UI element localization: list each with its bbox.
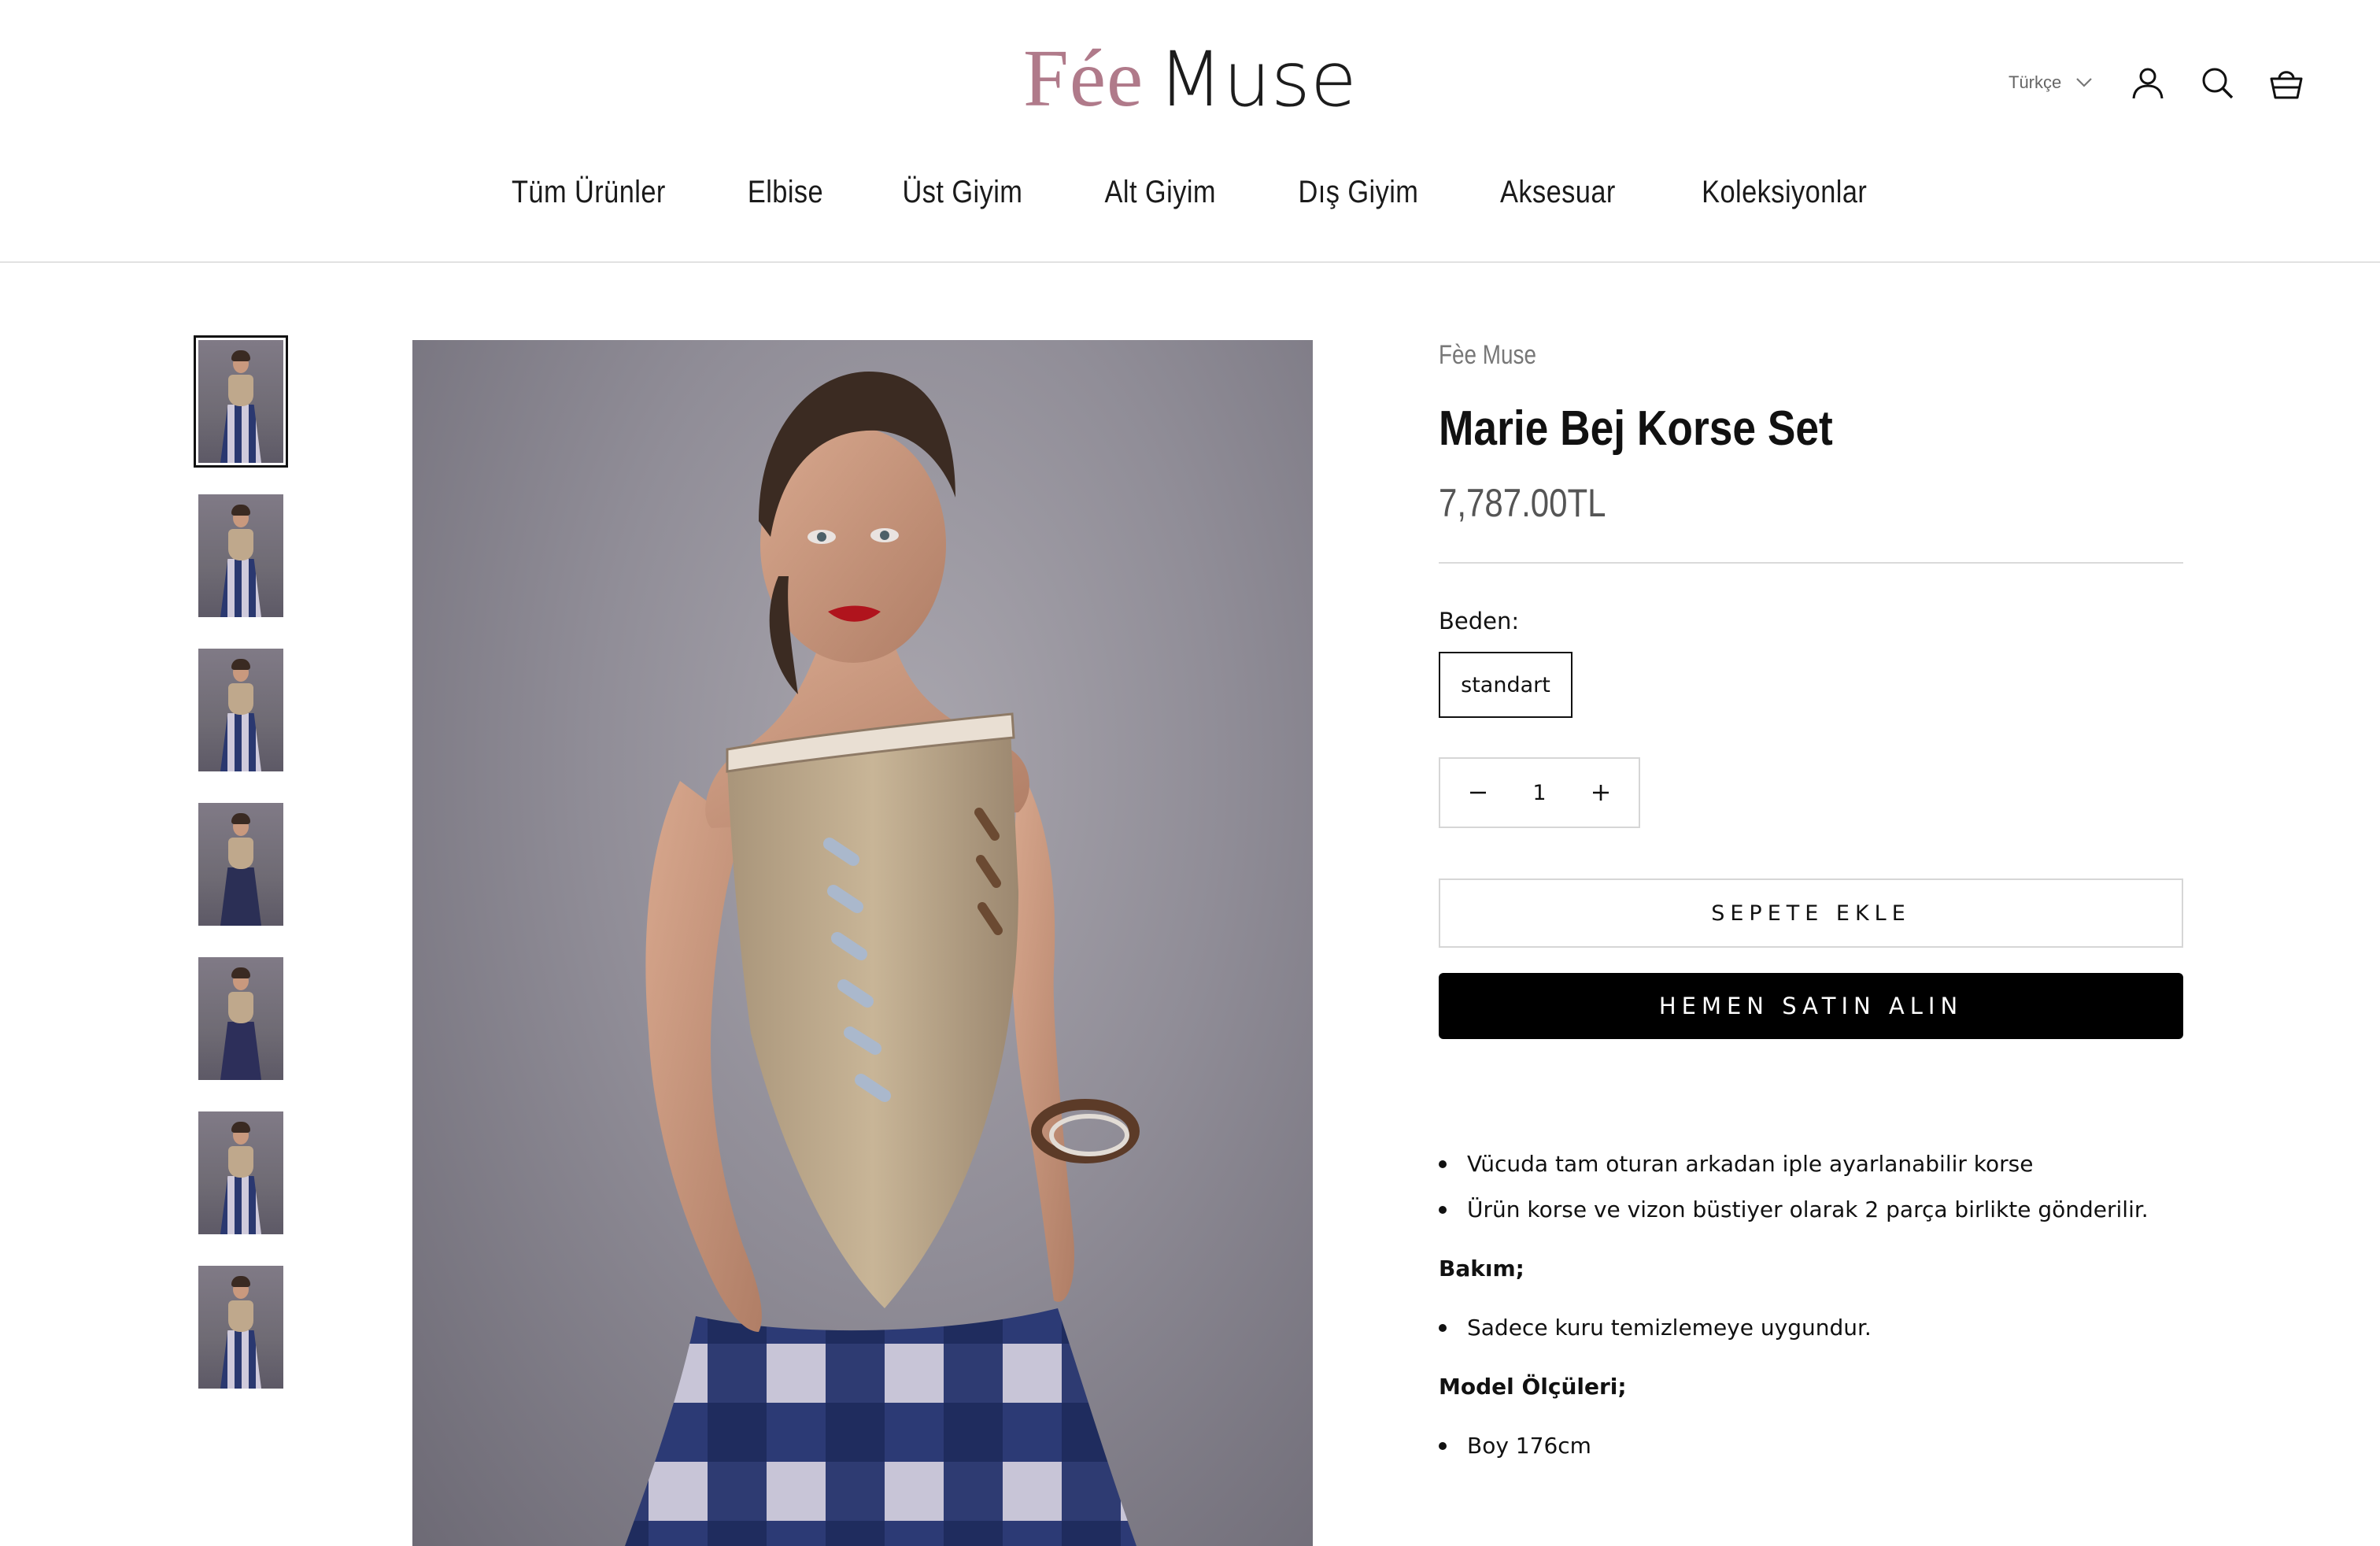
- nav-item-tops[interactable]: Üst Giyim: [903, 175, 1023, 210]
- logo-fee: Fée: [1023, 33, 1144, 124]
- quantity-stepper: 1: [1439, 757, 1640, 828]
- thumbnail-list: [194, 335, 288, 1420]
- product-vendor[interactable]: Fèe Muse: [1439, 340, 1536, 371]
- thumbnail-2[interactable]: [198, 494, 283, 617]
- nav-item-collections[interactable]: Koleksiyonlar: [1702, 175, 1867, 210]
- model-measurement-item: Boy 176cm: [1439, 1423, 2183, 1469]
- nav-item-outerwear[interactable]: Dış Giyim: [1298, 175, 1418, 210]
- divider: [1439, 562, 2183, 564]
- nav-item-dresses[interactable]: Elbise: [748, 175, 823, 210]
- decrease-quantity-button[interactable]: [1464, 779, 1492, 807]
- product-price: 7,787.00TL: [1439, 481, 1606, 525]
- size-label: Beden:: [1439, 608, 1520, 634]
- thumbnail-7[interactable]: [198, 1266, 283, 1389]
- plus-icon: [1593, 785, 1609, 801]
- minus-icon: [1470, 791, 1486, 794]
- thumbnail-6[interactable]: [198, 1111, 283, 1234]
- thumbnail-1[interactable]: [194, 335, 288, 468]
- thumbnail-3[interactable]: [198, 649, 283, 771]
- size-option-standard[interactable]: standart: [1439, 652, 1572, 718]
- care-heading: Bakım;: [1439, 1256, 1524, 1282]
- nav-item-accessories[interactable]: Aksesuar: [1500, 175, 1616, 210]
- chevron-down-icon: [2076, 78, 2093, 87]
- model-measurements-heading: Model Ölçüleri;: [1439, 1374, 1627, 1400]
- feature-item: Vücuda tam oturan arkadan iple ayarlanab…: [1439, 1141, 2183, 1187]
- nav-item-bottoms[interactable]: Alt Giyim: [1105, 175, 1216, 210]
- product-description: Vücuda tam oturan arkadan iple ayarlanab…: [1439, 1141, 2183, 1469]
- thumbnail-5[interactable]: [198, 957, 283, 1080]
- product-main-image[interactable]: [412, 340, 1313, 1546]
- logo-muse: Muse: [1158, 35, 1357, 124]
- product-title: Marie Bej Korse Set: [1439, 401, 1833, 456]
- main-nav: Tüm Ürünler Elbise Üst Giyim Alt Giyim D…: [0, 175, 2380, 210]
- add-to-cart-button[interactable]: SEPETE EKLE: [1439, 878, 2183, 948]
- cart-icon[interactable]: [2268, 65, 2304, 101]
- buy-now-button[interactable]: HEMEN SATIN ALIN: [1439, 973, 2183, 1039]
- site-header: Fée Muse Türkçe Tüm Ürünler Elbise Üst Gi…: [0, 0, 2380, 263]
- model-photo: [625, 372, 1140, 1546]
- thumbnail-4[interactable]: [198, 803, 283, 926]
- search-icon[interactable]: [2199, 65, 2235, 101]
- account-icon[interactable]: [2130, 65, 2166, 101]
- feature-item: Ürün korse ve vizon büstiyer olarak 2 pa…: [1439, 1187, 2183, 1233]
- language-label: Türkçe: [2009, 72, 2062, 92]
- care-item: Sadece kuru temizlemeye uygundur.: [1439, 1305, 2183, 1351]
- increase-quantity-button[interactable]: [1587, 779, 1615, 807]
- nav-item-all-products[interactable]: Tüm Ürünler: [512, 175, 666, 210]
- language-selector[interactable]: Türkçe: [2009, 72, 2093, 93]
- quantity-input[interactable]: 1: [1532, 781, 1546, 805]
- product-info: Fèe Muse Marie Bej Korse Set 7,787.00TL …: [1439, 340, 2183, 1469]
